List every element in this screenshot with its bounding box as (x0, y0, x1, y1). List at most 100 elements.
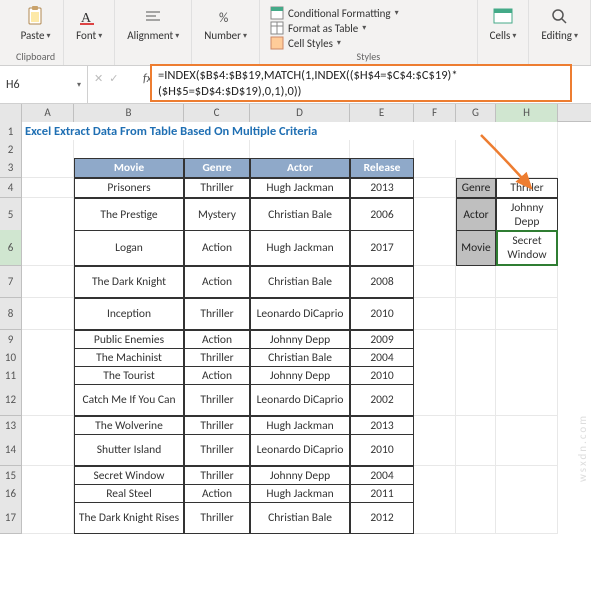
col-header[interactable]: F (414, 104, 456, 122)
cell[interactable] (414, 330, 456, 350)
table-cell[interactable]: Hugh Jackman (250, 484, 350, 504)
result-label-movie[interactable]: Movie (456, 230, 496, 266)
table-cell[interactable]: Action (184, 266, 250, 298)
table-cell[interactable]: Action (184, 230, 250, 266)
table-cell[interactable]: Secret Window (74, 466, 184, 486)
cell[interactable] (22, 230, 74, 266)
number-button[interactable]: % Number▾ (200, 4, 251, 44)
cell[interactable] (22, 266, 74, 298)
table-cell[interactable]: Hugh Jackman (250, 416, 350, 436)
cell[interactable] (414, 434, 456, 466)
cell[interactable] (496, 384, 558, 416)
table-cell[interactable]: Action (184, 366, 250, 386)
table-cell[interactable]: Prisoners (74, 178, 184, 198)
cell[interactable] (22, 198, 74, 232)
table-cell[interactable]: Leonardo DiCaprio (250, 384, 350, 416)
cell[interactable] (456, 484, 496, 504)
result-value-movie[interactable]: Secret Window (496, 230, 558, 266)
formula-bar[interactable]: =INDEX($B$4:$B$19,MATCH(1,INDEX(($H$4=$C… (150, 64, 572, 102)
format-as-table-button[interactable]: Format as Table▾ (268, 21, 401, 35)
cell[interactable] (22, 484, 74, 504)
row-header[interactable]: 11 (0, 366, 22, 386)
table-cell[interactable]: Christian Bale (250, 198, 350, 232)
cell-styles-button[interactable]: Cell Styles▾ (268, 36, 401, 50)
select-all-corner[interactable] (0, 104, 22, 122)
table-cell[interactable]: 2011 (350, 484, 414, 504)
cell[interactable] (456, 384, 496, 416)
table-cell[interactable]: Action (184, 484, 250, 504)
row-header[interactable]: 16 (0, 484, 22, 504)
table-cell[interactable]: Logan (74, 230, 184, 266)
table-cell[interactable]: 2013 (350, 178, 414, 198)
table-cell[interactable]: Thriller (184, 416, 250, 436)
cell[interactable] (22, 178, 74, 198)
row-header[interactable]: 6 (0, 230, 22, 266)
cell[interactable] (414, 466, 456, 486)
table-cell[interactable]: Thriller (184, 502, 250, 534)
cell[interactable] (414, 140, 456, 159)
cell[interactable] (184, 140, 250, 159)
col-header[interactable]: G (456, 104, 496, 122)
col-header[interactable]: B (74, 104, 184, 122)
col-header[interactable]: A (22, 104, 74, 122)
cell[interactable] (414, 198, 456, 232)
cells-button[interactable]: Cells▾ (486, 4, 521, 44)
cell[interactable] (496, 416, 558, 436)
table-cell[interactable]: Johnny Depp (250, 466, 350, 486)
name-box[interactable]: H6 ▾ (0, 66, 88, 103)
table-cell[interactable]: Christian Bale (250, 266, 350, 298)
cell[interactable] (496, 484, 558, 504)
row-header[interactable]: 4 (0, 178, 22, 198)
cell[interactable] (22, 434, 74, 466)
cell[interactable] (456, 348, 496, 368)
cell[interactable] (350, 140, 414, 159)
cell[interactable] (414, 230, 456, 266)
row-header[interactable]: 12 (0, 384, 22, 416)
cell[interactable] (456, 366, 496, 386)
cell[interactable] (414, 348, 456, 368)
cell[interactable] (496, 466, 558, 486)
table-cell[interactable]: The Dark Knight (74, 266, 184, 298)
table-cell[interactable]: Catch Me If You Can (74, 384, 184, 416)
table-cell[interactable]: Real Steel (74, 484, 184, 504)
table-cell[interactable]: Thriller (184, 384, 250, 416)
font-button[interactable]: A Font▾ (72, 4, 106, 44)
table-cell[interactable]: Christian Bale (250, 348, 350, 368)
table-cell[interactable]: Thriller (184, 434, 250, 466)
table-cell[interactable]: Hugh Jackman (250, 178, 350, 198)
table-header[interactable]: Genre (184, 158, 250, 178)
cell[interactable] (496, 266, 558, 298)
cell[interactable] (414, 158, 456, 178)
row-header[interactable]: 9 (0, 330, 22, 350)
table-cell[interactable]: 2009 (350, 330, 414, 350)
row-header[interactable]: 15 (0, 466, 22, 486)
col-header[interactable]: H (496, 104, 558, 122)
table-cell[interactable]: 2010 (350, 298, 414, 330)
cell[interactable] (414, 502, 456, 534)
table-cell[interactable]: Johnny Depp (250, 366, 350, 386)
col-header[interactable]: D (250, 104, 350, 122)
table-cell[interactable]: The Prestige (74, 198, 184, 232)
table-cell[interactable]: Thriller (184, 178, 250, 198)
row-header[interactable]: 10 (0, 348, 22, 368)
row-header[interactable]: 17 (0, 502, 22, 534)
cell[interactable] (456, 266, 496, 298)
cell[interactable] (496, 298, 558, 330)
table-cell[interactable]: The Machinist (74, 348, 184, 368)
table-cell[interactable]: 2006 (350, 198, 414, 232)
cell[interactable] (456, 298, 496, 330)
table-cell[interactable]: Hugh Jackman (250, 230, 350, 266)
cell[interactable] (250, 140, 350, 159)
row-header[interactable]: 13 (0, 416, 22, 436)
chevron-down-icon[interactable]: ▾ (77, 80, 81, 90)
table-cell[interactable]: 2013 (350, 416, 414, 436)
cell[interactable] (414, 298, 456, 330)
cell[interactable] (22, 502, 74, 534)
table-cell[interactable]: 2010 (350, 366, 414, 386)
table-cell[interactable]: The Wolverine (74, 416, 184, 436)
table-header[interactable]: Movie (74, 158, 184, 178)
cell[interactable] (22, 298, 74, 330)
table-cell[interactable]: 2008 (350, 266, 414, 298)
alignment-button[interactable]: Alignment▾ (123, 4, 183, 44)
table-cell[interactable]: Leonardo DiCaprio (250, 298, 350, 330)
